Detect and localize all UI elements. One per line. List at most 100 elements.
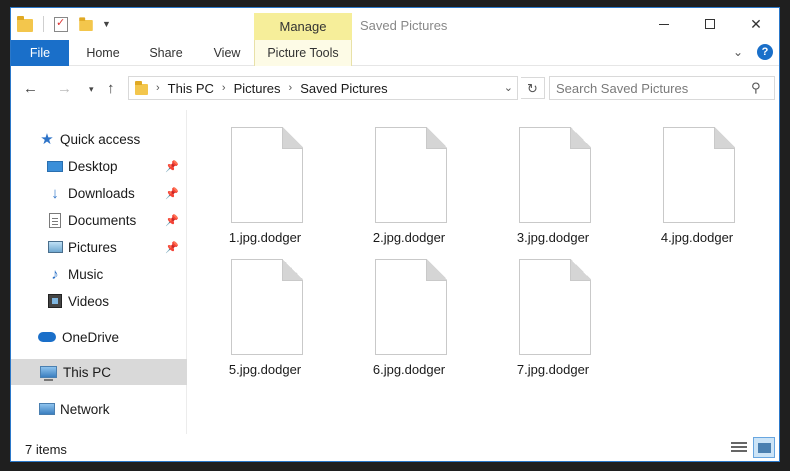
file-fold-corner <box>714 127 735 149</box>
file-fold-corner <box>282 259 303 281</box>
details-view-icon[interactable] <box>731 440 747 456</box>
tab-home[interactable]: Home <box>81 40 125 66</box>
search-icon[interactable]: ⚲ <box>751 80 761 96</box>
pin-icon[interactable]: 📌 <box>165 160 179 173</box>
folder-icon <box>17 15 33 32</box>
file-item[interactable]: 5.jpg.dodger <box>220 249 310 379</box>
desktop-icon <box>47 158 63 174</box>
pin-icon[interactable]: 📌 <box>165 187 179 200</box>
tab-manage[interactable]: Manage <box>254 13 352 40</box>
sidebar-item-downloads[interactable]: ↓ Downloads 📌 <box>11 180 187 206</box>
file-item[interactable]: 2.jpg.dodger <box>364 117 454 247</box>
sidebar-item-label: Downloads <box>68 185 135 201</box>
sidebar-item-label: Music <box>68 266 104 282</box>
item-count: 7 items <box>25 442 67 457</box>
ribbon-tabs: File Home Share View Picture Tools ⌄ ? <box>11 40 779 66</box>
sidebar-item-label: This PC <box>63 364 112 380</box>
sidebar-item-this-pc[interactable]: This PC <box>11 359 187 385</box>
explorer-window: ▼ Manage Saved Pictures ✕ File Home Shar… <box>10 7 780 462</box>
sidebar-item-label: Network <box>60 401 110 417</box>
file-fold-corner <box>570 127 591 149</box>
expand-ribbon-icon[interactable]: ⌄ <box>733 45 743 59</box>
up-arrow-icon[interactable]: ↑ <box>107 80 115 97</box>
file-name: 2.jpg.dodger <box>372 230 446 245</box>
folder-icon <box>135 80 148 95</box>
file-item[interactable]: 1.jpg.dodger <box>220 117 310 247</box>
sidebar-item-quick-access[interactable]: ★ Quick access <box>11 126 187 152</box>
sidebar-item-label: Pictures <box>68 239 117 255</box>
sidebar-item-music[interactable]: ♪ Music <box>11 261 187 287</box>
file-name: 6.jpg.dodger <box>372 362 446 377</box>
file-fold-corner <box>426 259 447 281</box>
sidebar-item-label: Documents <box>68 212 137 228</box>
breadcrumb-saved-pictures[interactable]: Saved Pictures <box>300 81 387 96</box>
file-name: 3.jpg.dodger <box>516 230 590 245</box>
tab-picture-tools[interactable]: Picture Tools <box>254 40 352 66</box>
file-item[interactable]: 6.jpg.dodger <box>364 249 454 379</box>
forward-arrow-icon[interactable]: → <box>57 80 72 97</box>
refresh-button[interactable]: ↻ <box>521 77 545 99</box>
sidebar-item-label: Quick access <box>60 131 141 147</box>
star-icon: ★ <box>40 131 54 148</box>
sidebar-item-label: Videos <box>68 293 110 309</box>
quick-access-toolbar: ▼ <box>17 15 111 32</box>
large-icons-view-icon[interactable] <box>753 437 775 458</box>
sidebar-item-desktop[interactable]: Desktop 📌 <box>11 153 187 179</box>
file-list: 1.jpg.dodger 2.jpg.dodger 3.jpg.dodger 4… <box>188 110 779 434</box>
search-input[interactable] <box>549 76 775 100</box>
file-item[interactable]: 4.jpg.dodger <box>652 117 742 247</box>
new-folder-icon[interactable] <box>79 16 93 31</box>
sidebar-item-videos[interactable]: Videos <box>11 288 187 314</box>
close-button[interactable]: ✕ <box>733 8 779 40</box>
customize-toolbar-icon[interactable]: ▼ <box>102 19 111 29</box>
document-icon <box>47 212 63 228</box>
sidebar-item-label: OneDrive <box>62 329 120 345</box>
file-fold-corner <box>282 127 303 149</box>
help-icon[interactable]: ? <box>757 44 773 60</box>
file-item[interactable]: 7.jpg.dodger <box>508 249 598 379</box>
properties-icon[interactable] <box>54 16 68 32</box>
maximize-button[interactable] <box>687 8 733 40</box>
file-item[interactable]: 3.jpg.dodger <box>508 117 598 247</box>
sidebar-item-onedrive[interactable]: OneDrive <box>11 324 187 350</box>
download-icon: ↓ <box>51 184 59 202</box>
status-bar: 7 items <box>11 434 779 461</box>
window-controls: ✕ <box>641 8 779 40</box>
ribbon-controls: ⌄ ? <box>733 44 773 60</box>
cloud-icon <box>37 329 57 345</box>
breadcrumb-separator: › <box>221 82 226 94</box>
tab-view[interactable]: View <box>207 40 247 66</box>
address-dropdown-icon[interactable]: ⌄ <box>504 81 513 94</box>
file-fold-corner <box>426 127 447 149</box>
file-name: 1.jpg.dodger <box>228 230 302 245</box>
recent-locations-icon[interactable]: ▾ <box>89 84 94 95</box>
file-name: 7.jpg.dodger <box>516 362 590 377</box>
breadcrumb-pictures[interactable]: Pictures <box>234 81 281 96</box>
maximize-icon <box>705 19 715 29</box>
breadcrumb-separator: › <box>288 82 293 94</box>
minimize-button[interactable] <box>641 8 687 40</box>
pin-icon[interactable]: 📌 <box>165 241 179 254</box>
toolbar-divider <box>43 16 44 32</box>
file-name: 4.jpg.dodger <box>660 230 734 245</box>
pin-icon[interactable]: 📌 <box>165 214 179 227</box>
music-icon: ♪ <box>51 265 59 283</box>
sidebar-item-label: Desktop <box>68 158 118 174</box>
refresh-icon: ↻ <box>527 81 538 96</box>
navigation-bar: ← → ▾ ↑ › This PC › Pictures › Saved Pic… <box>11 66 779 110</box>
navigation-pane: ★ Quick access Desktop 📌 ↓ Downloads 📌 D… <box>11 110 187 434</box>
sidebar-item-network[interactable]: Network <box>11 396 187 422</box>
breadcrumb-this-pc[interactable]: This PC <box>168 81 214 96</box>
sidebar-item-documents[interactable]: Documents 📌 <box>11 207 187 233</box>
address-bar[interactable]: › This PC › Pictures › Saved Pictures ⌄ <box>128 76 518 100</box>
pictures-icon <box>47 239 63 255</box>
back-arrow-icon[interactable]: ← <box>23 80 38 97</box>
videos-icon <box>47 293 63 309</box>
tab-share[interactable]: Share <box>144 40 188 66</box>
window-title: Saved Pictures <box>360 18 448 33</box>
network-icon <box>39 401 55 417</box>
close-icon: ✕ <box>750 15 762 32</box>
sidebar-item-pictures[interactable]: Pictures 📌 <box>11 234 187 260</box>
tab-file[interactable]: File <box>11 40 69 66</box>
breadcrumb-separator: › <box>156 82 160 94</box>
